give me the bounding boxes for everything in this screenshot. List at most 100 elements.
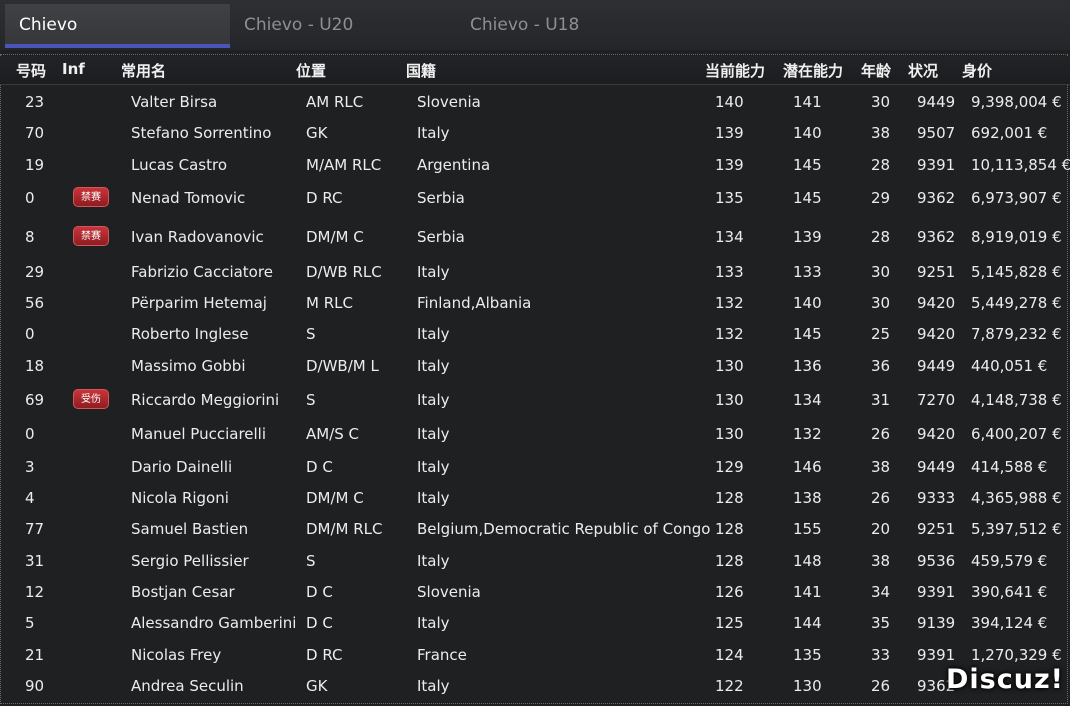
table-row[interactable]: 29 Fabrizio Cacciatore D/WB RLC Italy 133 133… [0,256,1070,288]
column-header-value[interactable]: 身价 [962,60,992,81]
cell-value: 4,148,738 € [971,391,1062,409]
cell-name: Alessandro Gamberini [131,614,297,632]
cell-age: 36 [871,357,891,375]
cell-potential-ability: 141 [793,93,822,111]
tab-chievo-u18[interactable]: Chievo - U18 [456,4,681,48]
cell-value: 8,919,019 € [971,228,1062,246]
cell-condition: 9391 [917,156,956,174]
table-row[interactable]: 12 Bostjan Cesar D C Slovenia 126 141 34 9391 39… [0,576,1070,608]
cell-nationality: Italy [417,391,450,409]
cell-nationality: Serbia [417,228,465,246]
cell-number: 23 [25,93,45,111]
cell-nationality: Italy [417,124,450,142]
cell-nationality: Italy [417,677,450,695]
cell-value: 394,124 € [971,614,1048,632]
cell-value: 5,397,512 € [971,520,1062,538]
cell-condition: 9391 [917,646,956,664]
cell-potential-ability: 148 [793,552,822,570]
cell-nationality: Italy [417,614,450,632]
column-header-name[interactable]: 常用名 [121,60,166,81]
cell-value: 7,879,232 € [971,325,1062,343]
table-row[interactable]: 18 Massimo Gobbi D/WB/M L Italy 130 136 36 9449… [0,350,1070,382]
column-header-age[interactable]: 年龄 [861,60,891,81]
cell-age: 38 [871,552,891,570]
cell-number: 0 [25,425,35,443]
cell-name: Sergio Pellissier [131,552,249,570]
table-row[interactable]: 69 Riccardo Meggiorini S Italy 130 134 31 7270 4… [0,383,1070,419]
cell-potential-ability: 146 [793,458,822,476]
cell-nationality: Slovenia [417,583,481,601]
table-row[interactable]: 23 Valter Birsa AM RLC Slovenia 140 141 30 9449… [0,86,1070,118]
column-header-potential-ability[interactable]: 潜在能力 [783,60,843,81]
cell-name: Samuel Bastien [131,520,249,538]
cell-number: 69 [25,391,45,409]
table-row[interactable]: 19 Lucas Castro M/AM RLC Argentina 139 145 28 9… [0,149,1070,181]
cell-potential-ability: 145 [793,189,822,207]
cell-name: Manuel Pucciarelli [131,425,267,443]
table-row[interactable]: 21 Nicolas Frey D RC France 124 135 33 9391 1,27… [0,639,1070,671]
tab-chievo-u20[interactable]: Chievo - U20 [230,4,455,48]
status-badge: 受伤 [73,389,109,409]
column-header-number[interactable]: 号码 [16,60,46,81]
table-row[interactable]: 3 Dario Dainelli D C Italy 129 146 38 9449 414,5… [0,451,1070,483]
cell-current-ability: 140 [715,93,744,111]
table-row[interactable]: 5 Alessandro Gamberini D C Italy 125 144 35 913… [0,607,1070,639]
column-header-condition[interactable]: 状况 [908,60,938,81]
cell-current-ability: 126 [715,583,744,601]
table-row[interactable]: 0 Manuel Pucciarelli AM/S C Italy 130 132 26 94… [0,418,1070,450]
cell-age: 30 [871,294,891,312]
cell-condition: 9536 [917,552,956,570]
cell-number: 18 [25,357,45,375]
cell-nationality: Serbia [417,189,465,207]
cell-condition: 9251 [917,520,956,538]
cell-current-ability: 135 [715,189,744,207]
cell-potential-ability: 140 [793,294,822,312]
cell-name: Massimo Gobbi [131,357,246,375]
cell-number: 29 [25,263,45,281]
cell-condition: 9333 [917,489,956,507]
column-header-position[interactable]: 位置 [296,60,326,81]
cell-current-ability: 139 [715,124,744,142]
cell-value: 4,365,988 € [971,489,1062,507]
tab-chievo[interactable]: Chievo [5,4,230,48]
cell-position: S [306,325,316,343]
cell-name: Lucas Castro [131,156,227,174]
cell-age: 26 [871,677,891,695]
cell-potential-ability: 138 [793,489,822,507]
tab-label: Chievo - U20 [244,15,354,35]
cell-value: 9,398,004 € [971,93,1062,111]
table-row[interactable]: 4 Nicola Rigoni DM/M C Italy 128 138 26 9333 4,3… [0,482,1070,514]
cell-current-ability: 134 [715,228,744,246]
table-row[interactable]: 77 Samuel Bastien DM/M RLC Belgium,Democrat… [0,513,1070,545]
cell-current-ability: 124 [715,646,744,664]
status-badge: 禁赛 [73,187,109,207]
table-row[interactable]: 0 Roberto Inglese S Italy 132 145 25 9420 7,879,… [0,318,1070,350]
cell-condition: 9391 [917,583,956,601]
cell-value: 414,588 € [971,458,1048,476]
cell-position: D C [306,583,333,601]
column-header-nationality[interactable]: 国籍 [406,60,436,81]
table-row[interactable]: 0 Nenad Tomovic D RC Serbia 135 145 29 9362 6,97… [0,181,1070,217]
table-row[interactable]: 70 Stefano Sorrentino GK Italy 139 140 38 9507 6… [0,117,1070,149]
cell-number: 90 [25,677,45,695]
cell-value: 390,641 € [971,583,1048,601]
cell-position: GK [306,124,328,142]
cell-number: 5 [25,614,35,632]
column-header-current-ability[interactable]: 当前能力 [705,60,765,81]
cell-nationality: Italy [417,325,450,343]
cell-condition: 9420 [917,425,956,443]
cell-number: 3 [25,458,35,476]
table-row[interactable]: 31 Sergio Pellissier S Italy 128 148 38 9536 459… [0,545,1070,577]
table-row[interactable]: 90 Andrea Seculin GK Italy 122 130 26 9362 [0,670,1070,702]
table-row[interactable]: 56 Përparim Hetemaj M RLC Finland,Albania 13… [0,287,1070,319]
cell-current-ability: 125 [715,614,744,632]
tab-label: Chievo - U18 [470,15,580,35]
column-header-inf[interactable]: Inf [62,60,85,78]
cell-current-ability: 132 [715,325,744,343]
table-row[interactable]: 8 Ivan Radovanovic DM/M C Serbia 134 139 28 936… [0,220,1070,256]
cell-nationality: Italy [417,357,450,375]
cell-position: M RLC [306,294,353,312]
cell-potential-ability: 132 [793,425,822,443]
cell-age: 33 [871,646,891,664]
cell-current-ability: 130 [715,391,744,409]
